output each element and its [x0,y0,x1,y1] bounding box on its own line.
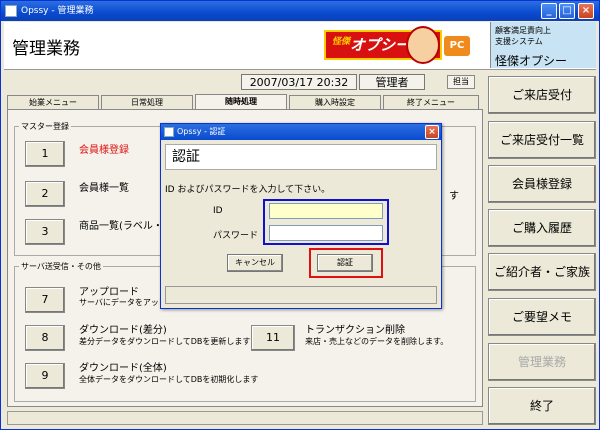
system-name: 怪傑オプシー [495,54,568,68]
master-button-3[interactable]: 3 [25,219,65,245]
server-button-11[interactable]: 11 [251,325,295,351]
dialog-title: Opssy - 認証 [177,127,226,136]
auth-dialog: Opssy - 認証 × 認証 ID およびパスワードを入力して下さい。 ID … [160,123,442,309]
master-button-2[interactable]: 2 [25,181,65,207]
master-label-1: 会員様登録 [79,145,129,156]
page-title: 管理業務 [12,39,80,59]
sidebar-member-register[interactable]: 会員様登録 [488,165,596,203]
download-diff-label: ダウンロード(差分) [79,325,167,336]
title-bar: Opssy - 管理業務 _ □ × [1,1,599,21]
master-right-fragment: す [449,191,459,202]
header: 管理業務 怪傑 オプシー PC 顧客満足責向上 支援システム 怪傑オプシー [4,22,596,70]
server-group-label: サーバ送受信・その他 [19,261,103,272]
main-window: Opssy - 管理業務 _ □ × 管理業務 怪傑 オプシー PC 顧客満足責… [0,0,600,430]
app-icon [5,5,17,17]
brand-logo: 怪傑 オプシー PC [324,26,474,68]
mascot-face-icon [406,26,440,64]
cancel-button[interactable]: キャンセル [227,254,283,272]
role-display: 管理者 [359,74,425,90]
transaction-delete-desc: 来店・売上などのデータを削除します。 [305,337,449,346]
tab-end-menu[interactable]: 終了メニュー [383,95,479,109]
tab-strip: 始業メニュー 日常処理 随時処理 購入時設定 終了メニュー [7,94,481,109]
dialog-close-button[interactable]: × [425,125,439,139]
tab-anytime[interactable]: 随時処理 [195,94,287,109]
status-bar [7,411,483,425]
dialog-heading: 認証 [165,144,437,170]
master-group-label: マスター登録 [19,121,71,132]
maximize-button[interactable]: □ [559,3,575,19]
sidebar-referral-family[interactable]: ご紹介者・ご家族 [488,253,596,291]
server-button-8[interactable]: 8 [25,325,65,351]
master-button-1[interactable]: 1 [25,141,65,167]
tab-daily[interactable]: 日常処理 [101,95,193,109]
download-diff-desc: 差分データをダウンロードしてDBを更新します [79,337,251,346]
tab-start-menu[interactable]: 始業メニュー [7,95,99,109]
server-button-7[interactable]: 7 [25,287,65,313]
master-label-3: 商品一覧(ラベル・プ [79,221,173,232]
sidebar-purchase-history[interactable]: ご購入履歴 [488,209,596,247]
sidebar-admin: 管理業務 [488,343,596,381]
dialog-title-bar: Opssy - 認証 × [161,124,441,140]
transaction-delete-label: トランザクション削除 [305,325,405,336]
id-input[interactable] [269,203,383,219]
logo-small-text: 怪傑 [332,37,351,47]
sidebar-visit-reception[interactable]: ご来店受付 [488,76,596,114]
close-button[interactable]: × [578,3,594,19]
upload-label: アップロード [79,287,139,298]
logo-text: オプシー [350,36,411,54]
sidebar-request-memo[interactable]: ご要望メモ [488,298,596,336]
download-all-desc: 全体データをダウンロードしてDBを初期化します [79,375,259,384]
password-label: パスワード [213,231,259,241]
system-line2: 支援システム [495,37,543,46]
window-title: Opssy - 管理業務 [21,6,94,16]
download-all-label: ダウンロード(全体) [79,363,167,374]
master-label-2: 会員様一覧 [79,183,129,194]
pc-badge: PC [444,36,470,56]
tanto-button[interactable]: 担当 [447,75,475,89]
sidebar-exit[interactable]: 終了 [488,387,596,425]
dialog-app-icon [164,127,174,137]
system-info-box: 顧客満足責向上 支援システム 怪傑オプシー [490,22,596,68]
id-label: ID [213,206,223,216]
tab-purchase-settings[interactable]: 購入時設定 [289,95,381,109]
sidebar-visit-list[interactable]: ご来店受付一覧 [488,121,596,159]
auth-ok-button[interactable]: 認証 [317,254,373,272]
dialog-status-bar [165,286,437,304]
password-input[interactable] [269,225,383,241]
system-line1: 顧客満足責向上 [495,26,551,35]
server-button-9[interactable]: 9 [25,363,65,389]
dialog-prompt: ID およびパスワードを入力して下さい。 [165,185,331,195]
minimize-button[interactable]: _ [541,3,557,19]
datetime-display: 2007/03/17 20:32 [241,74,357,90]
